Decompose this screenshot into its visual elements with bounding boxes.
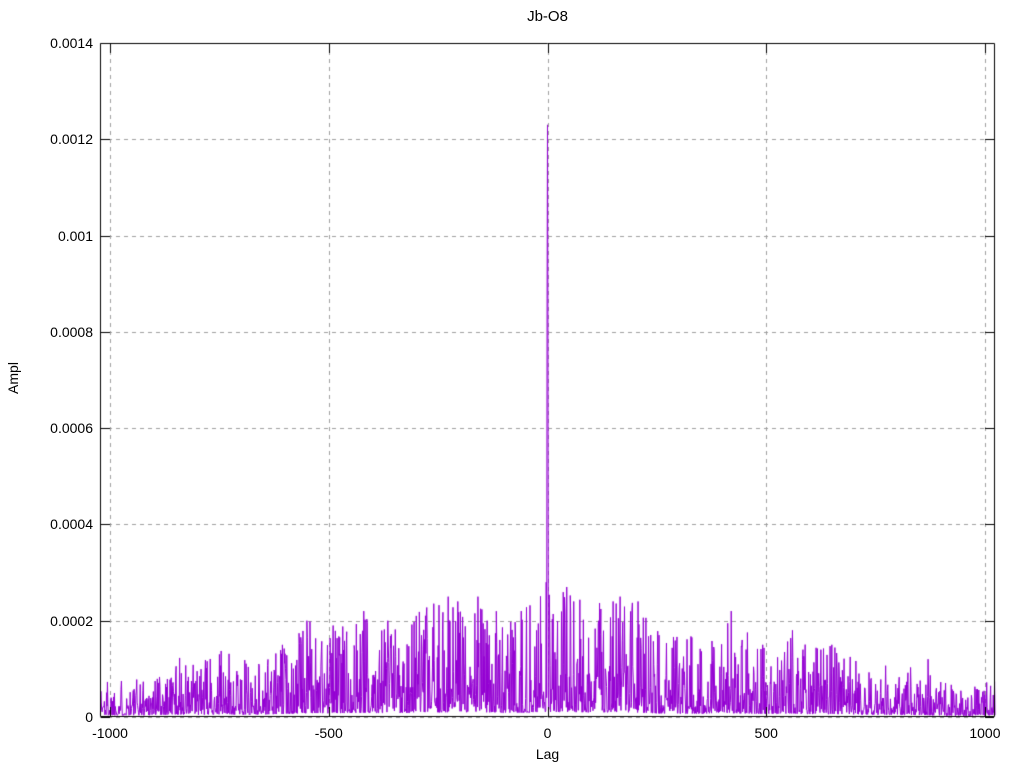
x-tick-label: -1000 bbox=[92, 725, 128, 741]
x-tick-label: 500 bbox=[754, 725, 778, 741]
y-tick-label: 0.0012 bbox=[50, 131, 93, 148]
x-tick-label: 0 bbox=[543, 725, 552, 741]
y-tick-label: 0.0004 bbox=[50, 516, 93, 533]
y-tick-label: 0 bbox=[85, 709, 93, 725]
y-axis-label: Ampl bbox=[5, 362, 21, 394]
x-tick-label: 1000 bbox=[969, 725, 1001, 741]
y-tick-label: 0.0002 bbox=[50, 612, 93, 629]
plot-canvas bbox=[0, 0, 1024, 768]
x-axis-label: Lag bbox=[535, 746, 560, 762]
y-tick-label: 0.0006 bbox=[50, 420, 93, 437]
y-tick-label: 0.001 bbox=[57, 227, 93, 244]
plot-title: Jb-O8 bbox=[527, 8, 568, 25]
x-tick-label: -500 bbox=[314, 725, 343, 741]
y-tick-label: 0.0008 bbox=[50, 323, 93, 340]
y-tick-label: 0.0014 bbox=[50, 35, 93, 51]
correlation-plot-figure: Jb-O8 Ampl Lag 0 0.0002 0.0004 0.0006 0.0008… bbox=[0, 0, 1024, 768]
